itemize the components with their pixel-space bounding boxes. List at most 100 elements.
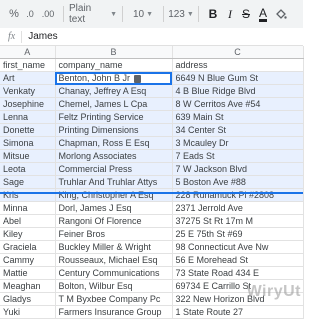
chevron-down-icon: ▼ xyxy=(110,10,117,18)
table-cell[interactable]: 228 Runamuck Pl #2808 xyxy=(172,188,304,202)
font-size-dropdown[interactable]: 10 ▼ xyxy=(128,4,158,24)
increase-decimal-button[interactable]: .00 xyxy=(38,4,58,24)
table-cell[interactable]: Farmers Insurance Group xyxy=(55,305,173,319)
table-row: Simona Chapman, Ross E Esq 3 Mcauley Dr xyxy=(0,136,304,150)
table-cell[interactable]: 639 Main St xyxy=(172,110,304,124)
toolbar-divider xyxy=(198,6,199,22)
field-header-row: first_name company_name address xyxy=(0,58,304,72)
table-cell[interactable]: Graciela xyxy=(0,240,56,254)
table-cell[interactable]: 6649 N Blue Gum St xyxy=(172,71,304,85)
column-header-b[interactable]: B xyxy=(55,46,173,59)
toolbar-divider xyxy=(122,6,123,22)
table-cell[interactable]: Meaghan xyxy=(0,279,56,293)
table-cell[interactable]: Rousseaux, Michael Esq xyxy=(55,253,173,267)
table-cell[interactable]: T M Byxbee Company Pc xyxy=(55,292,173,306)
table-cell[interactable]: first_name xyxy=(0,58,56,72)
table-cell[interactable]: Kris xyxy=(0,188,56,202)
table-cell[interactable]: 4 B Blue Ridge Blvd xyxy=(172,84,304,98)
table-cell[interactable]: Chanay, Jeffrey A Esq xyxy=(55,84,173,98)
table-row: Art Benton, John B Jr 6649 N Blue Gum St xyxy=(0,71,304,85)
table-cell[interactable]: Feiner Bros xyxy=(55,227,173,241)
table-cell[interactable]: 2371 Jerrold Ave xyxy=(172,201,304,215)
table-cell[interactable]: King, Christopher A Esq xyxy=(55,188,173,202)
toolbar-divider xyxy=(163,6,164,22)
strikethrough-button[interactable]: S xyxy=(238,4,254,24)
table-cell[interactable]: Kiley xyxy=(0,227,56,241)
table-cell[interactable]: 7 Eads St xyxy=(172,149,304,163)
table-cell[interactable]: 5 Boston Ave #88 xyxy=(172,175,304,189)
table-cell[interactable]: Bolton, Wilbur Esq xyxy=(55,279,173,293)
table-cell[interactable]: Simona xyxy=(0,136,56,150)
decrease-decimal-button[interactable]: .0 xyxy=(22,4,38,24)
table-cell[interactable]: Gladys xyxy=(0,292,56,306)
table-cell[interactable]: Leota xyxy=(0,162,56,176)
table-cell[interactable]: Art xyxy=(0,71,56,85)
table-cell[interactable]: Benton, John B Jr xyxy=(55,71,173,85)
table-cell[interactable]: Morlong Associates xyxy=(55,149,173,163)
table-row: Minna Dorl, James J Esq 2371 Jerrold Ave xyxy=(0,201,304,215)
watermark-text: WiryUt xyxy=(246,283,301,300)
spreadsheet-grid: A B C first_name company_name address Ar… xyxy=(0,46,304,319)
table-cell[interactable]: 98 Connecticut Ave Nw xyxy=(172,240,304,254)
table-cell[interactable]: 73 State Road 434 E xyxy=(172,266,304,280)
table-cell[interactable]: Sage xyxy=(0,175,56,189)
table-cell[interactable]: Chapman, Ross E Esq xyxy=(55,136,173,150)
table-cell[interactable]: Lenna xyxy=(0,110,56,124)
toolbar-divider xyxy=(63,6,64,22)
table-cell[interactable]: Buckley Miller & Wright xyxy=(55,240,173,254)
table-cell[interactable]: 25 E 75th St #69 xyxy=(172,227,304,241)
cell-edit-icon[interactable] xyxy=(134,74,142,83)
formula-input[interactable]: James xyxy=(28,31,57,42)
table-cell[interactable]: Mattie xyxy=(0,266,56,280)
format-percent-button[interactable]: % xyxy=(6,4,22,24)
table-row: Mitsue Morlong Associates 7 Eads St xyxy=(0,149,304,163)
table-row: Cammy Rousseaux, Michael Esq 56 E Morehead… xyxy=(0,253,304,267)
column-header-row: A B C xyxy=(0,46,304,59)
table-row: Sage Truhlar And Truhlar Attys 5 Boston Av… xyxy=(0,175,304,189)
table-cell[interactable]: Printing Dimensions xyxy=(55,123,173,137)
table-cell[interactable]: Donette xyxy=(0,123,56,137)
table-cell[interactable]: 37275 St Rt 17m M xyxy=(172,214,304,228)
table-cell[interactable]: address xyxy=(172,58,304,72)
table-row: Kiley Feiner Bros 25 E 75th St #69 xyxy=(0,227,304,241)
more-formats-button[interactable]: 123 ▼ xyxy=(168,4,194,24)
table-cell[interactable]: Josephine xyxy=(0,97,56,111)
bold-button[interactable]: B xyxy=(204,4,222,24)
fx-icon: fx xyxy=(8,31,16,42)
table-cell[interactable]: Century Communications xyxy=(55,266,173,280)
table-row: Yuki Farmers Insurance Group 1 State Route… xyxy=(0,305,304,319)
table-cell[interactable]: Yuki xyxy=(0,305,56,319)
table-cell[interactable]: Dorl, James J Esq xyxy=(55,201,173,215)
table-row: Venkaty Chanay, Jeffrey A Esq 4 B Blue Rid… xyxy=(0,84,304,98)
table-cell[interactable]: Abel xyxy=(0,214,56,228)
italic-button[interactable]: I xyxy=(222,4,238,24)
table-cell[interactable]: Commercial Press xyxy=(55,162,173,176)
table-cell[interactable]: 56 E Morehead St xyxy=(172,253,304,267)
font-family-dropdown[interactable]: Plain text ▼ xyxy=(69,3,117,25)
table-cell[interactable]: Cammy xyxy=(0,253,56,267)
table-cell[interactable]: Mitsue xyxy=(0,149,56,163)
table-cell[interactable]: company_name xyxy=(55,58,173,72)
font-family-label: Plain text xyxy=(69,3,92,25)
table-cell[interactable]: 34 Center St xyxy=(172,123,304,137)
table-cell[interactable]: Feltz Printing Service xyxy=(55,110,173,124)
table-cell[interactable]: Truhlar And Truhlar Attys xyxy=(55,175,173,189)
table-row: Graciela Buckley Miller & Wright 98 Connec… xyxy=(0,240,304,254)
table-cell[interactable]: Minna xyxy=(0,201,56,215)
column-header-a[interactable]: A xyxy=(0,46,56,59)
chevron-down-icon: ▼ xyxy=(186,10,194,18)
table-cell[interactable]: 1 State Route 27 xyxy=(172,305,304,319)
table-cell[interactable]: Chemel, James L Cpa xyxy=(55,97,173,111)
cell-value: Benton, John B Jr xyxy=(58,73,131,83)
column-header-c[interactable]: C xyxy=(172,46,304,59)
table-cell[interactable]: 3 Mcauley Dr xyxy=(172,136,304,150)
table-row: Donette Printing Dimensions 34 Center St xyxy=(0,123,304,137)
table-row: Lenna Feltz Printing Service 639 Main St xyxy=(0,110,304,124)
table-cell[interactable]: Rangoni Of Florence xyxy=(55,214,173,228)
table-cell[interactable]: 7 W Jackson Blvd xyxy=(172,162,304,176)
table-cell[interactable]: 8 W Cerritos Ave #54 xyxy=(172,97,304,111)
text-color-button[interactable]: A xyxy=(254,4,272,24)
fill-color-button[interactable] xyxy=(272,4,290,24)
paint-bucket-icon xyxy=(276,9,287,19)
table-cell[interactable]: Venkaty xyxy=(0,84,56,98)
